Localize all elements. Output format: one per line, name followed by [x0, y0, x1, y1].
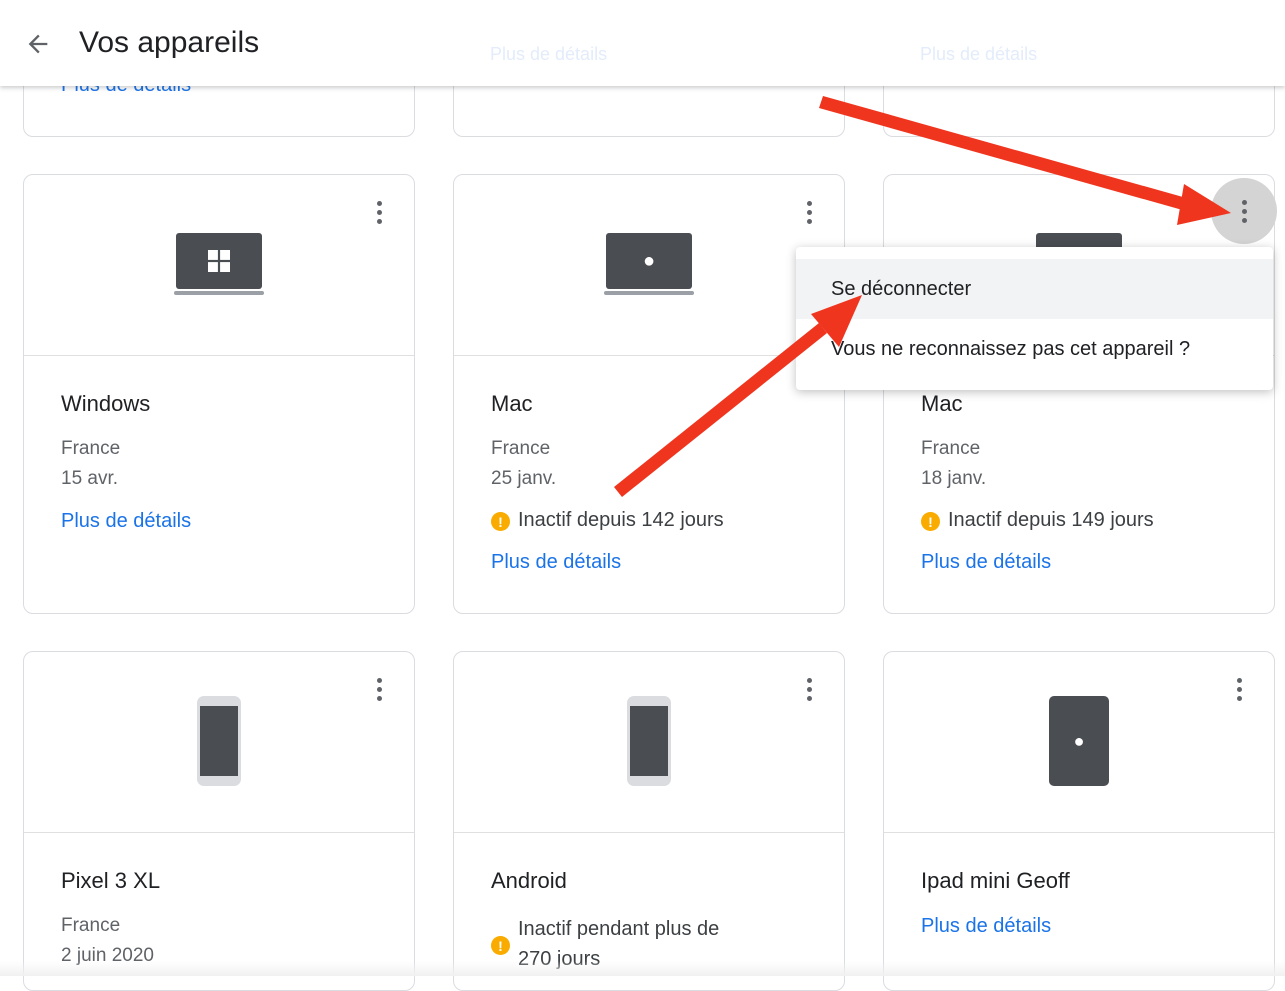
inactive-status: ! Inactif depuis 142 jours [491, 509, 724, 532]
device-image-area [24, 175, 414, 356]
device-date: 25 janv. [491, 468, 557, 489]
device-location: France [61, 438, 121, 459]
device-image-area [454, 652, 844, 833]
device-image-area: ● [884, 652, 1274, 833]
peek-link: Plus de détails [920, 44, 1038, 64]
device-image-area [24, 652, 414, 833]
peek-link: Plus de détails [490, 44, 608, 64]
warning-icon: ! [921, 512, 940, 531]
device-image-area: ● [454, 175, 844, 356]
details-link[interactable]: Plus de détails [61, 510, 191, 533]
more-options-button[interactable] [364, 670, 394, 708]
device-name: Windows [61, 391, 151, 416]
device-card-windows: Windows France 15 avr. Plus de détails [23, 174, 415, 614]
more-options-button[interactable] [1224, 670, 1254, 708]
device-card-pixel: Pixel 3 XL France 2 juin 2020 [23, 651, 415, 991]
device-card-ipad: ● Ipad mini Geoff Plus de détails [883, 651, 1275, 991]
status-text: Inactif depuis 142 jours [518, 509, 724, 531]
more-options-button[interactable] [364, 193, 394, 231]
device-location: France [921, 438, 981, 459]
back-button[interactable] [22, 28, 54, 60]
mac-laptop-icon: ● [604, 233, 694, 299]
menu-item-unrecognized-device[interactable]: Vous ne reconnaissez pas cet appareil ? [796, 319, 1273, 379]
warning-icon: ! [491, 936, 510, 955]
page-title: Vos appareils [79, 26, 260, 59]
device-card-android: Android ! Inactif pendant plus de 270 jo… [453, 651, 845, 991]
device-date: 18 janv. [921, 468, 987, 489]
ipad-icon: ● [1049, 696, 1109, 786]
warning-icon: ! [491, 512, 510, 531]
device-name: Mac [491, 391, 533, 416]
arrow-back-icon [28, 34, 48, 54]
device-location: France [491, 438, 551, 459]
device-name: Ipad mini Geoff [921, 868, 1070, 893]
device-options-menu: Se déconnecter Vous ne reconnaissez pas … [796, 247, 1273, 390]
details-link[interactable]: Plus de détails [921, 915, 1051, 938]
device-name: Pixel 3 XL [61, 868, 161, 893]
device-name: Android [491, 868, 567, 893]
device-name: Mac [921, 391, 963, 416]
app-header: Vos appareils [0, 0, 1285, 86]
device-location: France [61, 915, 121, 936]
device-card-mac: ● Mac France 25 janv. ! Inactif depuis 1… [453, 174, 845, 614]
status-text: Inactif depuis 149 jours [948, 509, 1154, 531]
details-link[interactable]: Plus de détails [921, 551, 1051, 574]
windows-laptop-icon [174, 233, 264, 299]
device-date: 15 avr. [61, 468, 119, 489]
scroll-fade [0, 961, 1285, 976]
more-options-button[interactable] [1211, 178, 1277, 244]
more-options-button[interactable] [794, 193, 824, 231]
details-link[interactable]: Plus de détails [491, 551, 621, 574]
device-card-mac: ● Mac France 18 janv. ! Inactif depuis 1… [883, 174, 1277, 614]
inactive-status: ! Inactif depuis 149 jours [921, 509, 1154, 532]
phone-icon [197, 696, 241, 786]
phone-icon [627, 696, 671, 786]
more-options-button[interactable] [794, 670, 824, 708]
menu-item-sign-out[interactable]: Se déconnecter [796, 259, 1273, 319]
